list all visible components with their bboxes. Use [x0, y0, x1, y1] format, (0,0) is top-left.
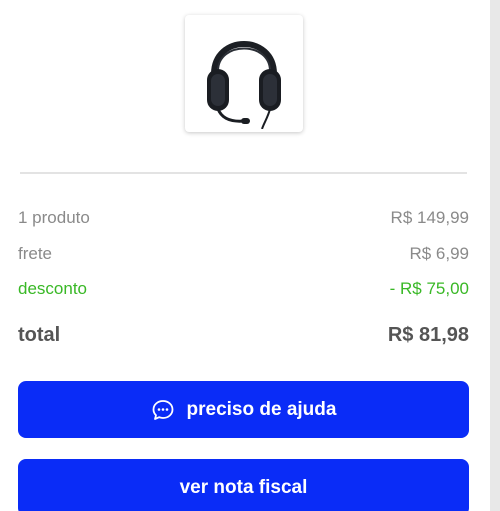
- order-summary-page: 1 produto R$ 149,99 frete R$ 6,99 descon…: [0, 0, 500, 511]
- items-label: 1 produto: [18, 208, 90, 227]
- items-subtotal-row: 1 produto R$ 149,99: [18, 208, 469, 228]
- total-value: R$ 81,98: [387, 324, 469, 346]
- discount-row: desconto - R$ 75,00: [18, 279, 469, 299]
- headphones-image: [207, 40, 281, 129]
- chat-bubble-icon: [151, 398, 175, 422]
- items-value: R$ 149,99: [390, 208, 469, 227]
- invoice-button-label: ver nota fiscal: [179, 476, 308, 498]
- product-thumbnail[interactable]: [185, 15, 303, 132]
- help-button-label: preciso de ajuda: [186, 398, 337, 420]
- discount-label: desconto: [18, 279, 87, 298]
- shipping-label: frete: [18, 244, 53, 263]
- total-label: total: [18, 324, 61, 346]
- scrollbar-track[interactable]: [490, 0, 500, 511]
- discount-value: - R$ 75,00: [389, 279, 469, 298]
- shipping-row: frete R$ 6,99: [18, 244, 469, 264]
- section-divider: [20, 172, 467, 174]
- invoice-button[interactable]: ver nota fiscal: [18, 459, 469, 511]
- total-row: total R$ 81,98: [18, 324, 469, 347]
- help-button[interactable]: preciso de ajuda: [18, 381, 469, 438]
- shipping-value: R$ 6,99: [409, 244, 469, 263]
